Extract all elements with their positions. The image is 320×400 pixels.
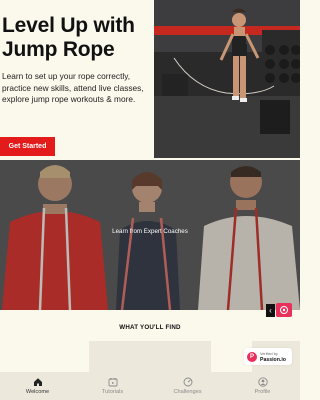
- coaches-banner: [0, 160, 300, 310]
- passion-app-shortcut[interactable]: [276, 303, 292, 317]
- passion-logo-icon: [280, 306, 288, 314]
- hero-title: Level Up with Jump Rope: [2, 14, 135, 61]
- verified-badge[interactable]: P Verified by Passion.io: [244, 348, 292, 365]
- section-heading: WHAT YOU'LL FIND: [119, 324, 181, 331]
- user-icon: [257, 377, 268, 387]
- tab-tutorials[interactable]: Tutorials: [75, 372, 150, 400]
- tab-profile[interactable]: Profile: [225, 372, 300, 400]
- verified-brand: Passion.io: [260, 356, 286, 363]
- tab-welcome[interactable]: Welcome: [0, 372, 75, 400]
- hero-athlete-photo: [154, 0, 300, 158]
- athlete-jumping-illustration: [154, 0, 300, 158]
- home-icon: [33, 378, 42, 386]
- hero-description: Learn to set up your rope correctly, pra…: [2, 71, 144, 105]
- coaches-overlay: [0, 160, 300, 310]
- carousel-prev-button[interactable]: ‹: [266, 304, 275, 317]
- tab-challenges[interactable]: Challenges: [150, 372, 225, 400]
- tab-label: Tutorials: [101, 389, 124, 395]
- gauge-icon: [183, 377, 192, 387]
- coaches-caption: Learn from Expert Coaches: [112, 228, 188, 235]
- get-started-button[interactable]: Get Started: [0, 137, 55, 156]
- bottom-tab-bar: Welcome Tutorials Challenges Profile: [0, 372, 300, 400]
- tab-label: Welcome: [25, 389, 50, 395]
- calendar-icon: [108, 378, 117, 387]
- chevron-left-icon: ‹: [269, 306, 272, 315]
- tab-label: Challenges: [173, 389, 202, 395]
- feature-card[interactable]: [89, 341, 211, 372]
- tab-label: Profile: [254, 389, 271, 395]
- passion-logo-icon: P: [247, 351, 257, 362]
